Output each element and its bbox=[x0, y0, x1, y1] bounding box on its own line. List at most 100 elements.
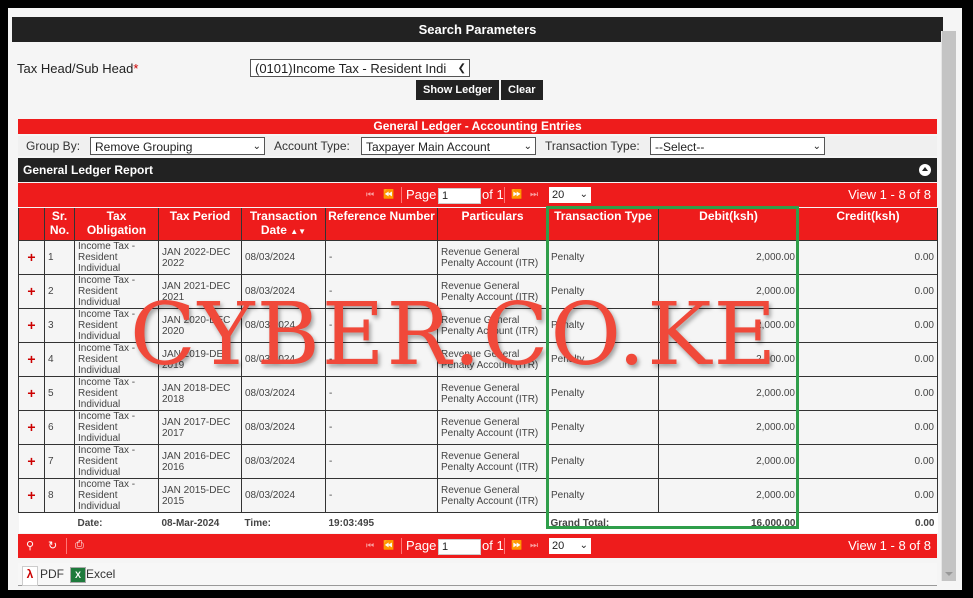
expand-row-icon[interactable]: + bbox=[18, 308, 45, 343]
cell-reference-number: - bbox=[325, 342, 438, 377]
cell-debit: 2,000.00 bbox=[658, 410, 799, 445]
cell-credit: 0.00 bbox=[798, 478, 938, 513]
tax-head-select[interactable]: (0101)Income Tax - Resident Indi ❮ bbox=[250, 59, 470, 77]
cell-transaction-date: 08/03/2024 bbox=[241, 342, 326, 377]
last-page-icon[interactable]: ⏭ bbox=[530, 189, 538, 200]
expand-column-header bbox=[18, 208, 45, 241]
tax-head-row: Tax Head/Sub Head* (0101)Income Tax - Re… bbox=[12, 58, 943, 80]
cell-transaction-date: 08/03/2024 bbox=[241, 410, 326, 445]
cell-transaction-type: Penalty bbox=[547, 410, 659, 445]
rows-per-page-select[interactable]: 20 ⌄ bbox=[549, 187, 591, 203]
pdf-icon[interactable]: λ bbox=[22, 566, 38, 586]
first-page-icon[interactable]: ⏮ bbox=[366, 189, 374, 200]
page-label: Page bbox=[406, 187, 437, 202]
search-icon[interactable]: ⚲ bbox=[26, 539, 34, 552]
cell-reference-number: - bbox=[325, 444, 438, 479]
grand-total-label: Grand Total: bbox=[547, 512, 659, 533]
cell-transaction-type: Penalty bbox=[547, 342, 659, 377]
print-icon[interactable]: ⎙ bbox=[75, 539, 84, 552]
scroll-down-icon[interactable] bbox=[945, 572, 953, 576]
account-type-label: Account Type: bbox=[274, 139, 350, 153]
show-ledger-button[interactable]: Show Ledger bbox=[416, 80, 500, 100]
col-tax-obligation[interactable]: Tax Obligation bbox=[74, 208, 159, 241]
page-input[interactable]: 1 bbox=[438, 539, 481, 555]
cell-reference-number: - bbox=[325, 274, 438, 309]
grand-total-credit: 0.00 bbox=[798, 512, 938, 533]
cell-debit: 2,000.00 bbox=[658, 240, 799, 275]
last-page-icon[interactable]: ⏭ bbox=[530, 540, 538, 551]
expand-row-icon[interactable]: + bbox=[18, 478, 45, 513]
cell-credit: 0.00 bbox=[798, 410, 938, 445]
expand-row-icon[interactable]: + bbox=[18, 410, 45, 445]
col-credit[interactable]: Credit(ksh) bbox=[798, 208, 938, 241]
cell-transaction-date: 08/03/2024 bbox=[241, 444, 326, 479]
rows-per-page-select[interactable]: 20 ⌄ bbox=[549, 538, 591, 554]
blank bbox=[437, 512, 548, 533]
cell-sr-no: 7 bbox=[44, 444, 75, 479]
account-type-select[interactable]: Taxpayer Main Account ⌄ bbox=[361, 137, 536, 155]
cell-tax-obligation: Income Tax - Resident Individual bbox=[74, 342, 159, 377]
refresh-icon[interactable]: ↻ bbox=[48, 539, 57, 552]
col-transaction-date[interactable]: Transaction Date ▲▼ bbox=[241, 208, 326, 241]
table-row[interactable]: +5 Income Tax - Resident Individual JAN 20… bbox=[18, 376, 938, 411]
transaction-type-select[interactable]: --Select-- ⌄ bbox=[650, 137, 825, 155]
cell-transaction-type: Penalty bbox=[547, 376, 659, 411]
cell-debit: 2,000.00 bbox=[658, 308, 799, 343]
prev-page-icon[interactable]: ⏪ bbox=[383, 189, 394, 200]
table-row[interactable]: +8 Income Tax - Resident Individual JAN 20… bbox=[18, 478, 938, 513]
cell-sr-no: 8 bbox=[44, 478, 75, 513]
group-by-select[interactable]: Remove Grouping ⌄ bbox=[90, 137, 265, 155]
cell-transaction-type: Penalty bbox=[547, 478, 659, 513]
expand-row-icon[interactable]: + bbox=[18, 342, 45, 377]
col-particulars[interactable]: Particulars bbox=[437, 208, 548, 241]
expand-row-icon[interactable]: + bbox=[18, 274, 45, 309]
table-row[interactable]: +3 Income Tax - Resident Individual JAN 20… bbox=[18, 308, 938, 343]
table-row[interactable]: +4 Income Tax - Resident Individual JAN 20… bbox=[18, 342, 938, 377]
divider bbox=[504, 538, 505, 554]
col-transaction-type[interactable]: Transaction Type bbox=[547, 208, 659, 241]
col-sr-no[interactable]: Sr. No. bbox=[44, 208, 75, 241]
cell-credit: 0.00 bbox=[798, 308, 938, 343]
first-page-icon[interactable]: ⏮ bbox=[366, 540, 374, 551]
cell-transaction-date: 08/03/2024 bbox=[241, 376, 326, 411]
table-row[interactable]: +1 Income Tax - Resident Individual JAN 20… bbox=[18, 240, 938, 275]
cell-tax-period: JAN 2016-DEC 2016 bbox=[158, 444, 242, 479]
cell-sr-no: 4 bbox=[44, 342, 75, 377]
blank bbox=[18, 512, 45, 533]
transaction-type-label: Transaction Type: bbox=[545, 139, 640, 153]
col-tax-period[interactable]: Tax Period bbox=[158, 208, 242, 241]
page-input[interactable]: 1 bbox=[438, 188, 481, 204]
cell-particulars: Revenue General Penalty Account (ITR) bbox=[437, 308, 548, 343]
table-row[interactable]: +6 Income Tax - Resident Individual JAN 20… bbox=[18, 410, 938, 445]
collapse-icon[interactable] bbox=[919, 164, 931, 176]
sort-icon[interactable]: ▲▼ bbox=[290, 227, 306, 236]
export-excel-link[interactable]: Excel bbox=[86, 567, 115, 581]
cell-particulars: Revenue General Penalty Account (ITR) bbox=[437, 376, 548, 411]
next-page-icon[interactable]: ⏩ bbox=[511, 540, 522, 551]
cell-tax-period: JAN 2020-DEC 2020 bbox=[158, 308, 242, 343]
cell-tax-period: JAN 2021-DEC 2021 bbox=[158, 274, 242, 309]
vertical-scrollbar[interactable] bbox=[941, 31, 956, 581]
export-pdf-link[interactable]: PDF bbox=[40, 567, 64, 581]
cell-debit: 2,000.00 bbox=[658, 274, 799, 309]
next-page-icon[interactable]: ⏩ bbox=[511, 189, 522, 200]
cell-particulars: Revenue General Penalty Account (ITR) bbox=[437, 478, 548, 513]
chevron-down-icon: ⌄ bbox=[579, 189, 588, 200]
blank bbox=[44, 512, 75, 533]
prev-page-icon[interactable]: ⏪ bbox=[383, 540, 394, 551]
clear-button[interactable]: Clear bbox=[501, 80, 543, 100]
excel-icon[interactable]: X bbox=[70, 567, 86, 583]
cell-transaction-type: Penalty bbox=[547, 444, 659, 479]
chevron-down-icon: ❮ bbox=[457, 63, 466, 74]
cell-sr-no: 5 bbox=[44, 376, 75, 411]
expand-row-icon[interactable]: + bbox=[18, 240, 45, 275]
expand-row-icon[interactable]: + bbox=[18, 376, 45, 411]
table-row[interactable]: +2 Income Tax - Resident Individual JAN 20… bbox=[18, 274, 938, 309]
cell-tax-period: JAN 2022-DEC 2022 bbox=[158, 240, 242, 275]
expand-row-icon[interactable]: + bbox=[18, 444, 45, 479]
col-reference-number[interactable]: Reference Number bbox=[325, 208, 438, 241]
col-debit[interactable]: Debit(ksh) bbox=[658, 208, 799, 241]
page-count: of 1 bbox=[482, 538, 504, 553]
cell-tax-obligation: Income Tax - Resident Individual bbox=[74, 444, 159, 479]
table-row[interactable]: +7 Income Tax - Resident Individual JAN 20… bbox=[18, 444, 938, 479]
